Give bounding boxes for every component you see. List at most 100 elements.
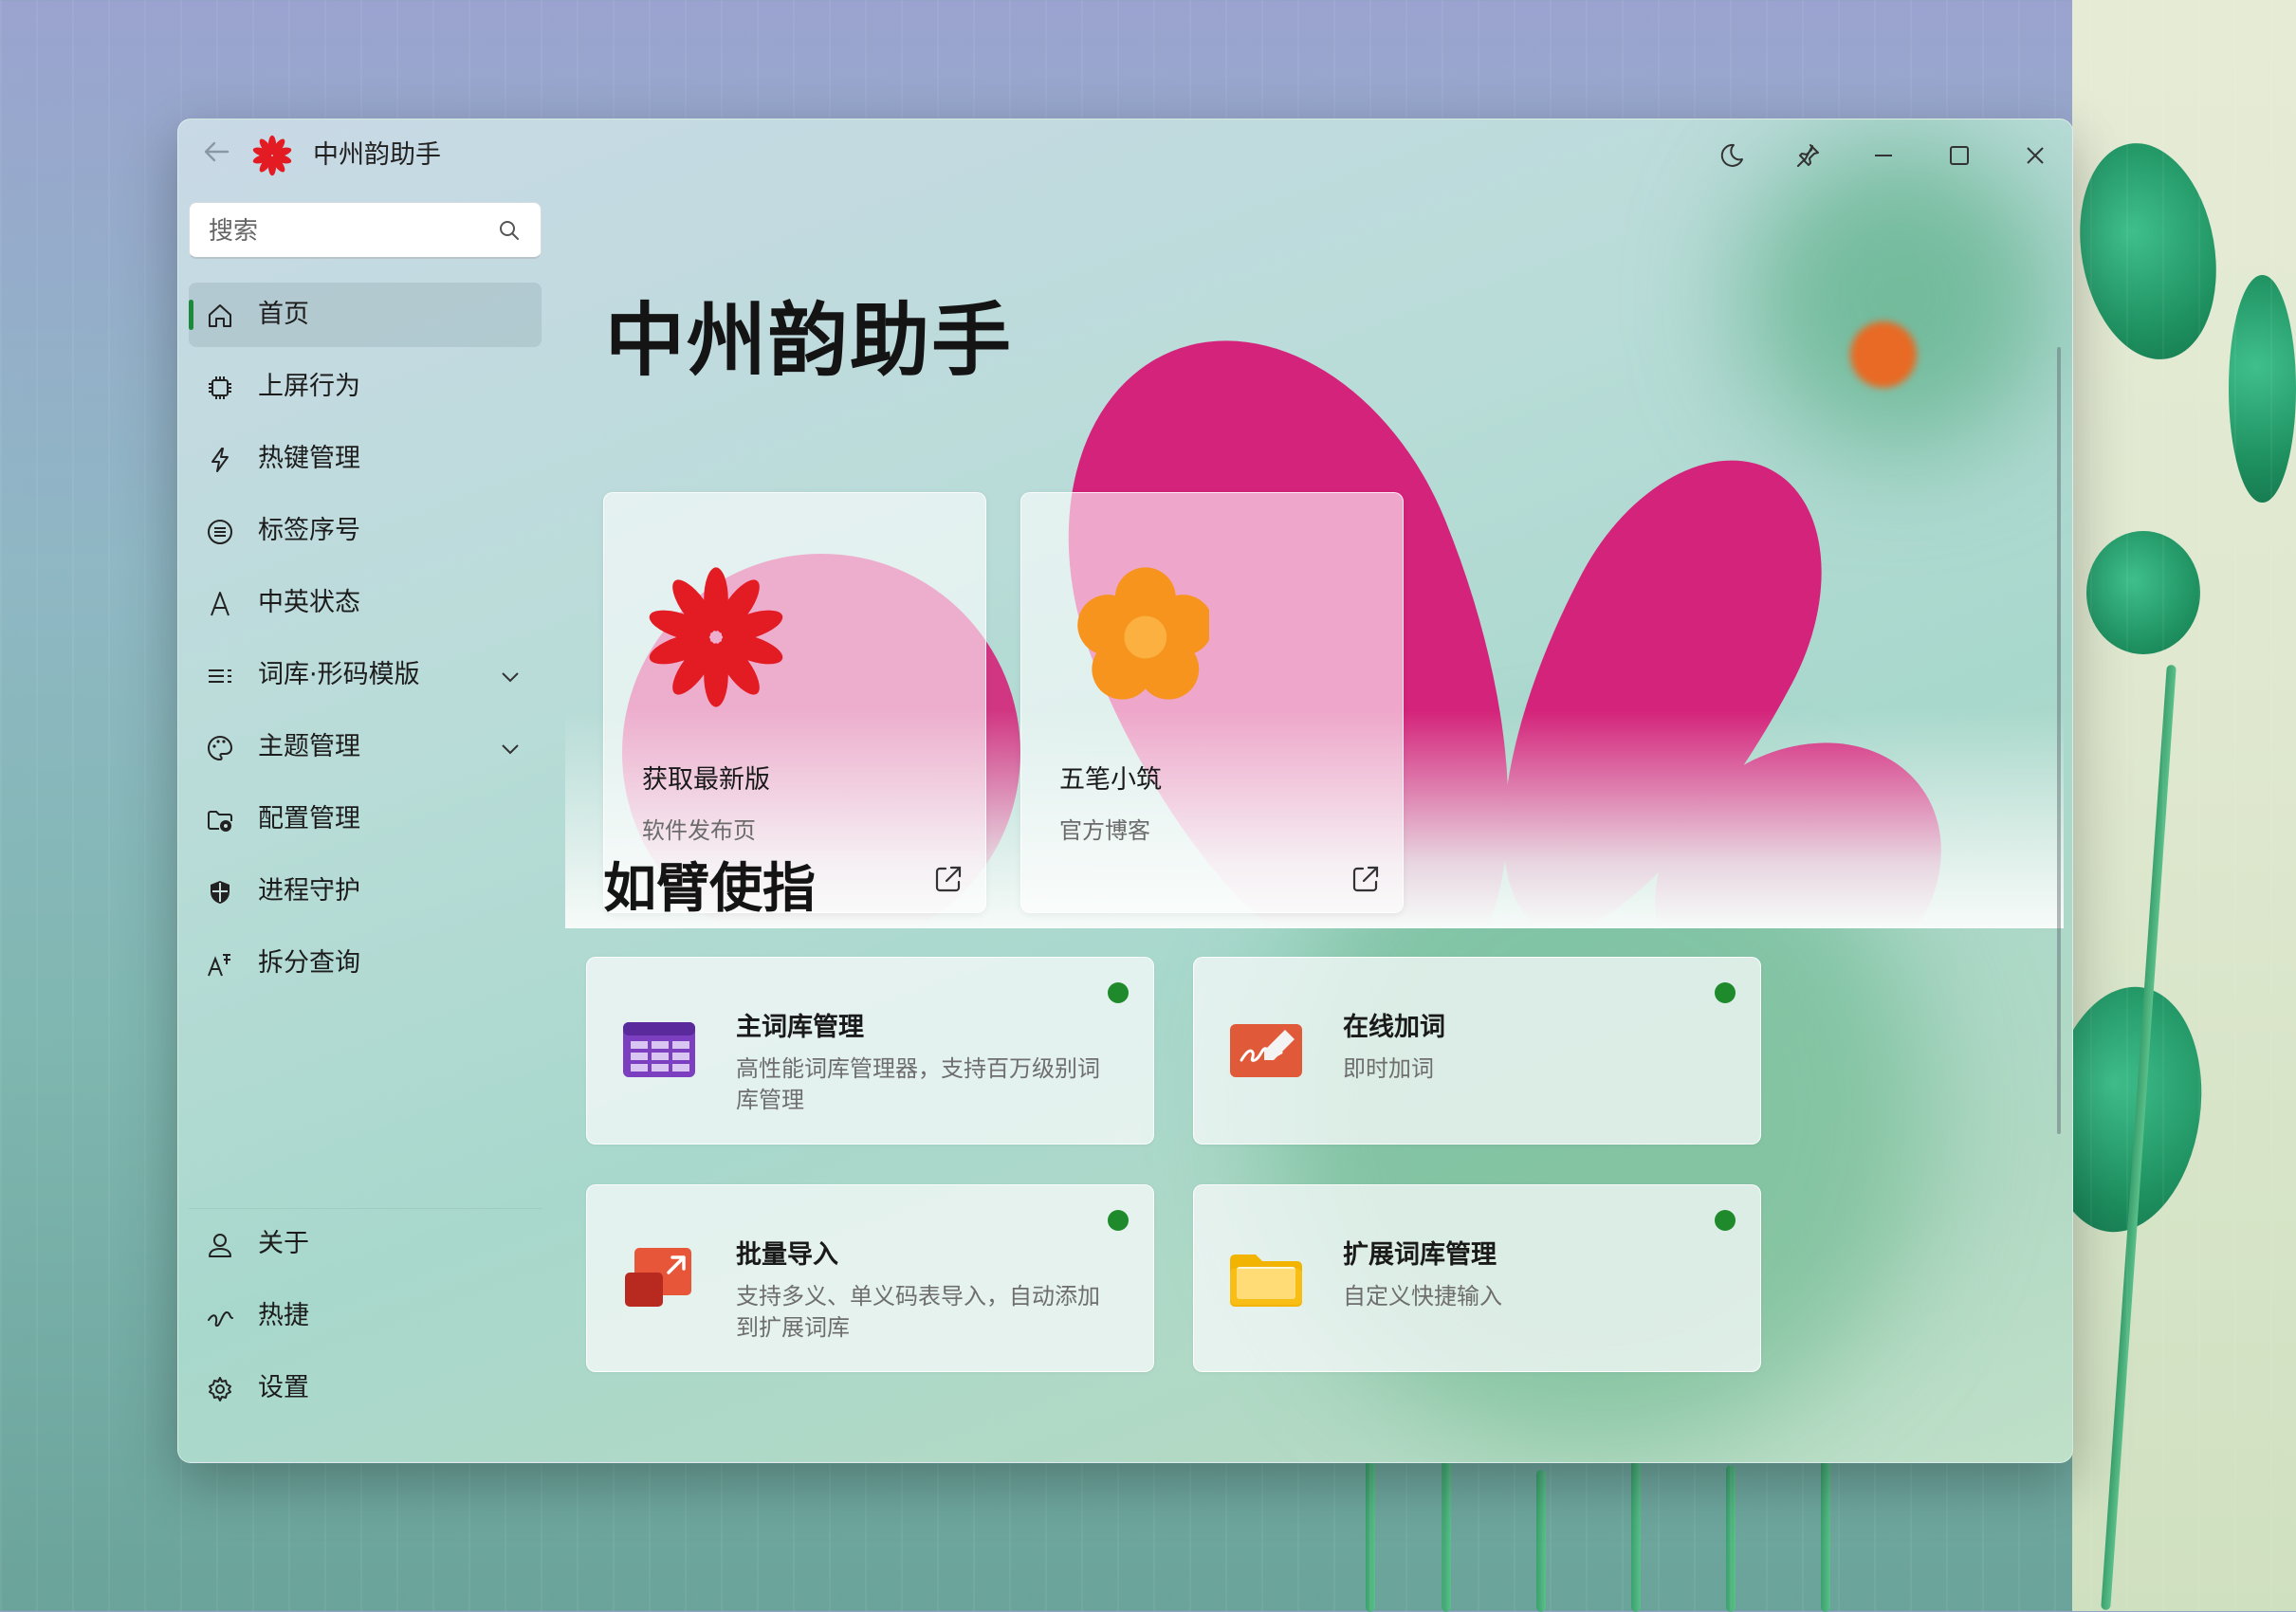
sidebar-footer: 关于 热捷 设置 (189, 1212, 542, 1428)
sidebar-item-label: 设置 (258, 1373, 309, 1402)
status-dot (1108, 1210, 1129, 1231)
app-logo-icon (252, 135, 292, 176)
back-button[interactable] (197, 137, 235, 174)
active-indicator (189, 300, 193, 330)
sidebar-item-label: 热捷 (258, 1301, 309, 1330)
sidebar-item-cn-en-status[interactable]: 中英状态 (189, 571, 542, 635)
red-flower-logo (649, 567, 783, 707)
hero-card-title: 获取最新版 (642, 765, 770, 795)
sidebar-item-hotkey-shortcuts[interactable]: 热捷 (189, 1284, 542, 1348)
hero-card-title: 五笔小筑 (1059, 765, 1162, 795)
sidebar-item-split-lookup[interactable]: 拆分查询 (189, 931, 542, 996)
chevron-down-icon[interactable] (498, 737, 523, 761)
hero-card-subtitle: 官方博客 (1059, 817, 1150, 844)
minimize-button[interactable] (1853, 131, 1914, 178)
title-bar: 中州韵助手 (178, 119, 2072, 192)
feature-card-desc: 高性能词库管理器，支持百万级别词库管理 (736, 1055, 1100, 1113)
sidebar-item-commit-behavior[interactable]: 上屏行为 (189, 355, 542, 419)
sidebar-item-dictionary-templates[interactable]: 词库·形码模版 (189, 643, 542, 707)
letter-a-icon (211, 592, 230, 616)
gear-icon (209, 1377, 231, 1401)
home-icon (209, 304, 231, 327)
feature-card-main-dictionary[interactable]: 主词库管理 高性能词库管理器，支持百万级别词库管理 (586, 957, 1154, 1145)
hero-card-latest-version[interactable]: 获取最新版 软件发布页 (603, 492, 986, 913)
wallpaper-leaf (2086, 531, 2200, 654)
list-circle-icon (208, 520, 232, 544)
wallpaper-stem (1442, 1441, 1451, 1612)
maximize-button[interactable] (1929, 131, 1990, 178)
sidebar-item-process-guard[interactable]: 进程守护 (189, 859, 542, 924)
sidebar-item-about[interactable]: 关于 (189, 1212, 542, 1276)
signature-icon (1230, 1024, 1302, 1077)
sidebar-item-label: 首页 (258, 300, 309, 329)
sidebar-item-label: 配置管理 (258, 804, 360, 833)
feature-card-desc: 自定义快捷输入 (1343, 1283, 1502, 1310)
sidebar-item-label: 关于 (258, 1229, 309, 1258)
status-dot (1108, 982, 1129, 1003)
sidebar-item-label-numbers[interactable]: 标签序号 (189, 499, 542, 563)
close-button[interactable] (2005, 131, 2066, 178)
sidebar-item-label: 热键管理 (258, 444, 360, 473)
sidebar-divider (189, 1208, 542, 1209)
feature-card-title: 主词库管理 (736, 1013, 864, 1042)
lightning-icon (211, 448, 229, 472)
feature-card-desc: 即时加词 (1343, 1055, 1434, 1082)
external-link-icon[interactable] (932, 863, 964, 895)
sidebar-item-home[interactable]: 首页 (189, 283, 542, 347)
sidebar-item-settings[interactable]: 设置 (189, 1356, 542, 1420)
theme-toggle-button[interactable] (1701, 131, 1762, 178)
folder-icon (1230, 1255, 1302, 1307)
sidebar-item-hotkeys[interactable]: 热键管理 (189, 427, 542, 491)
wallpaper-stem (1366, 1460, 1375, 1612)
sidebar-item-themes[interactable]: 主题管理 (189, 715, 542, 779)
search-input[interactable] (207, 212, 486, 250)
chevron-down-icon[interactable] (498, 665, 523, 689)
sidebar-item-label: 主题管理 (258, 732, 360, 761)
window-title: 中州韵助手 (313, 140, 441, 170)
sidebar-item-config[interactable]: 配置管理 (189, 787, 542, 852)
sidebar-item-label: 标签序号 (258, 516, 360, 545)
pin-button[interactable] (1777, 131, 1838, 178)
back-arrow-icon (204, 141, 230, 162)
shield-icon (211, 881, 230, 904)
status-dot (1715, 982, 1736, 1003)
sidebar-item-label: 上屏行为 (258, 372, 360, 401)
feature-card-online-add[interactable]: 在线加词 即时加词 (1193, 957, 1761, 1145)
feature-card-title: 在线加词 (1343, 1013, 1445, 1042)
gesture-icon (208, 1310, 233, 1328)
table-icon (623, 1022, 695, 1077)
hero-card-wubi-blog[interactable]: 五笔小筑 官方博客 (1020, 492, 1404, 913)
maximize-icon (1950, 146, 1969, 165)
app-window: 中州韵助手 首页 上屏行为 (177, 119, 2073, 1463)
sidebar-item-label: 中英状态 (258, 588, 360, 617)
folder-settings-icon (208, 811, 232, 832)
palette-icon (208, 735, 233, 761)
scrollbar-thumb[interactable] (2057, 347, 2061, 1134)
sidebar-item-label: 词库·形码模版 (258, 660, 420, 689)
close-icon (2027, 147, 2044, 164)
feature-card-batch-import[interactable]: 批量导入 支持多义、单义码表导入，自动添加到扩展词库 (586, 1184, 1154, 1372)
wallpaper-stem (1821, 1441, 1830, 1612)
feature-card-extended-dictionary[interactable]: 扩展词库管理 自定义快捷输入 (1193, 1184, 1761, 1372)
orange-flower-logo (1077, 567, 1209, 700)
import-icon (625, 1248, 691, 1307)
sidebar-item-label: 拆分查询 (258, 948, 360, 978)
pin-icon (1797, 144, 1819, 167)
feature-card-title: 批量导入 (736, 1240, 838, 1270)
search-box[interactable] (189, 202, 542, 259)
sidebar-nav: 首页 上屏行为 热键管理 标签序号 中英状态 词库·形码模版 主题管理 配置管理… (189, 283, 542, 1003)
person-icon (209, 1234, 231, 1257)
section-title: 如臂使指 (603, 858, 816, 920)
hero-card-subtitle: 软件发布页 (642, 817, 756, 844)
status-dot (1715, 1210, 1736, 1231)
text-effects-icon (208, 954, 230, 977)
minimize-icon (1875, 155, 1892, 156)
page-title: 中州韵助手 (605, 294, 1014, 387)
wallpaper-stem (1536, 1470, 1546, 1612)
feature-card-desc: 支持多义、单义码表导入，自动添加到扩展词库 (736, 1283, 1100, 1341)
sidebar-item-label: 进程守护 (258, 876, 360, 906)
feature-card-title: 扩展词库管理 (1343, 1240, 1497, 1270)
external-link-icon[interactable] (1350, 863, 1382, 895)
search-icon[interactable] (497, 218, 522, 243)
hero-orange-dot (1850, 321, 1917, 388)
